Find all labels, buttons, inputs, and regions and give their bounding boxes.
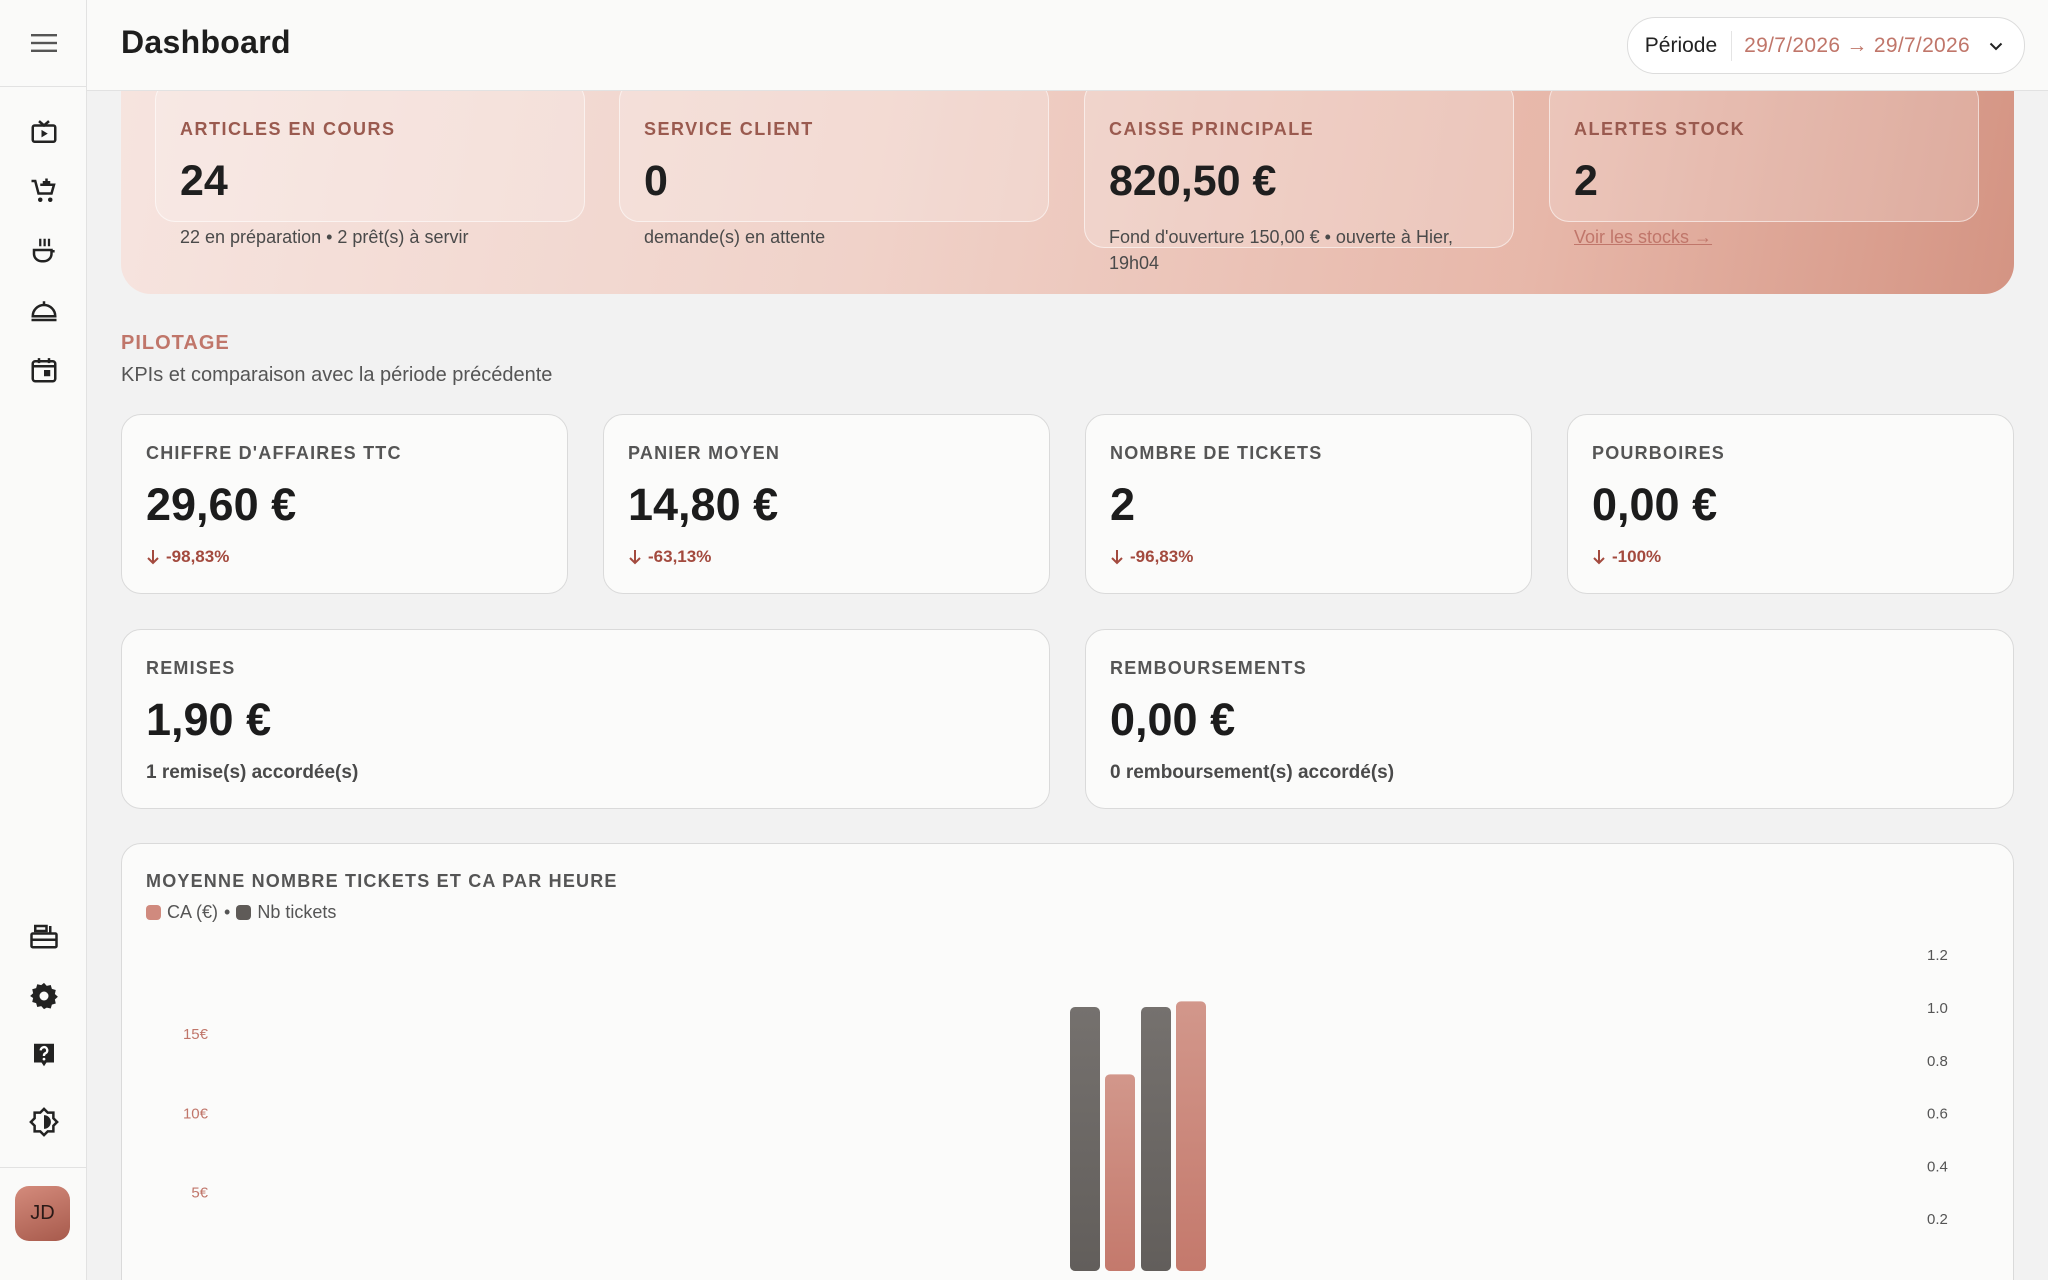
- kpi-delta-value: -100%: [1612, 547, 1662, 566]
- live-card-service[interactable]: SERVICE CLIENT 0 demande(s) en attente: [619, 80, 1049, 247]
- period-label: Période: [1644, 33, 1718, 57]
- page-title: Dashboard: [121, 24, 291, 60]
- bar-ca: [1105, 1074, 1135, 1271]
- cart-add-icon: [31, 178, 56, 202]
- y-right-tick-label: 0.6: [1927, 1106, 1948, 1123]
- chef-icon: [32, 238, 55, 263]
- live-card-stock[interactable]: ALERTES STOCK 2 Voir les stocks →: [1549, 80, 1979, 247]
- kpi-label: POURBOIRES: [1592, 443, 1726, 463]
- hamburger-icon: [30, 34, 57, 52]
- arrow-down-icon: [147, 550, 159, 565]
- kpi-label: CHIFFRE D'AFFAIRES TTC: [146, 443, 402, 463]
- kpi-delta-value: -96,83%: [1130, 547, 1194, 566]
- kpi-delta: -63,13%: [628, 547, 711, 567]
- y-right-tick-label: 1.0: [1927, 1000, 1948, 1017]
- kpi-label: REMBOURSEMENTS: [1110, 658, 1307, 678]
- period-range: 29/7/2026 → 29/7/2026: [1744, 33, 1970, 57]
- live-card-label: ARTICLES EN COURS: [180, 119, 396, 139]
- kpi-value: 14,80 €: [628, 479, 779, 530]
- sidebar-item-help[interactable]: [0, 1027, 87, 1083]
- kpi-card-tickets[interactable]: NOMBRE DE TICKETS 2 -96,83%: [1085, 414, 1532, 594]
- settings-icon: [29, 982, 58, 1010]
- kpi-card-discounts[interactable]: REMISES 1,90 € 1 remise(s) accordée(s): [121, 629, 1050, 809]
- kpi-label: REMISES: [146, 658, 236, 678]
- arrow-down-icon: [629, 550, 641, 565]
- sidebar-item-cash[interactable]: [0, 908, 87, 964]
- arrow-down-icon: [1593, 550, 1605, 565]
- see-stocks-link[interactable]: Voir les stocks →: [1574, 224, 1964, 250]
- sidebar: JD: [0, 0, 87, 1280]
- kpi-delta: -98,83%: [146, 547, 229, 567]
- cash-register-icon: [29, 924, 58, 949]
- live-card-label: SERVICE CLIENT: [644, 119, 814, 139]
- kpi-delta: -100%: [1592, 547, 1661, 567]
- section-title: PILOTAGE: [121, 332, 230, 354]
- sidebar-item-kitchen[interactable]: [0, 222, 87, 278]
- y-left-tick-label: 15€: [183, 1026, 209, 1043]
- bar-ca: [1176, 1001, 1206, 1271]
- top-bar: Dashboard Période 29/7/2026 → 29/7/2026: [87, 0, 2048, 91]
- room-service-icon: [30, 301, 57, 322]
- kpi-label: NOMBRE DE TICKETS: [1110, 443, 1323, 463]
- kpi-card-refunds[interactable]: REMBOURSEMENTS 0,00 € 0 remboursement(s)…: [1085, 629, 2014, 809]
- sidebar-item-calendar[interactable]: [0, 342, 87, 398]
- live-card-value: 24: [180, 157, 228, 205]
- kpi-value: 0,00 €: [1592, 479, 1718, 530]
- bar-tickets: [1141, 1007, 1171, 1271]
- bar-tickets: [1070, 1007, 1100, 1271]
- sidebar-item-theme[interactable]: [0, 1094, 87, 1150]
- chevron-down-icon: [1989, 42, 2003, 50]
- sidebar-divider: [0, 1167, 87, 1168]
- kpi-card-tips[interactable]: POURBOIRES 0,00 € -100%: [1567, 414, 2014, 594]
- y-right-tick-label: 0.2: [1927, 1211, 1948, 1228]
- section-subtitle: KPIs et comparaison avec la période préc…: [121, 364, 553, 386]
- kpi-card-revenue[interactable]: CHIFFRE D'AFFAIRES TTC 29,60 € -98,83%: [121, 414, 568, 594]
- live-card-value: 2: [1574, 157, 1598, 205]
- kpi-delta: -96,83%: [1110, 547, 1193, 567]
- kpi-value: 1,90 €: [146, 694, 272, 745]
- live-card-value: 0: [644, 157, 668, 205]
- sidebar-item-tv[interactable]: [0, 105, 87, 161]
- kpi-label: PANIER MOYEN: [628, 443, 781, 463]
- help-icon: [33, 1043, 54, 1067]
- live-card-value: 820,50 €: [1109, 157, 1277, 205]
- menu-toggle-button[interactable]: [0, 0, 87, 87]
- period-selector[interactable]: Période 29/7/2026 → 29/7/2026: [1626, 17, 2025, 74]
- sidebar-item-service[interactable]: [0, 282, 87, 338]
- y-right-tick-label: 0.8: [1927, 1053, 1948, 1070]
- kpi-delta-value: -98,83%: [166, 547, 230, 566]
- sidebar-item-cart[interactable]: [0, 163, 87, 219]
- live-card-articles[interactable]: ARTICLES EN COURS 24 22 en préparation •…: [155, 80, 585, 247]
- live-card-sub: 22 en préparation • 2 prêt(s) à servir: [180, 227, 469, 247]
- kpi-delta-value: -63,13%: [648, 547, 712, 566]
- calendar-icon: [31, 358, 56, 383]
- tv-play-icon: [31, 120, 56, 143]
- hourly-chart-card: MOYENNE NOMBRE TICKETS ET CA PAR HEURE C…: [121, 843, 2014, 1280]
- y-left-tick-label: 5€: [191, 1185, 208, 1202]
- kpi-card-basket[interactable]: PANIER MOYEN 14,80 € -63,13%: [603, 414, 1050, 594]
- live-card-label: CAISSE PRINCIPALE: [1109, 119, 1315, 139]
- kpi-value: 2: [1110, 479, 1136, 530]
- y-right-tick-label: 0.4: [1927, 1158, 1948, 1175]
- kpi-value: 29,60 €: [146, 479, 297, 530]
- live-card-caisse[interactable]: CAISSE PRINCIPALE 820,50 € Fond d'ouvert…: [1084, 80, 1514, 273]
- live-card-sub: demande(s) en attente: [644, 227, 826, 247]
- kpi-value: 0,00 €: [1110, 694, 1236, 745]
- y-right-tick-label: 1.2: [1927, 947, 1948, 964]
- period-divider: [1731, 30, 1733, 61]
- user-avatar[interactable]: JD: [15, 1186, 70, 1241]
- kpi-sub: 0 remboursement(s) accordé(s): [1110, 762, 1395, 783]
- theme-contrast-icon: [28, 1107, 59, 1137]
- live-card-sub: Fond d'ouverture 150,00 € • ouverte à Hi…: [1109, 227, 1453, 273]
- y-left-tick-label: 10€: [183, 1105, 209, 1122]
- sidebar-item-settings[interactable]: [0, 968, 87, 1024]
- chart-plot: 5€ 10€ 15€ 0.2 0.4 0.6 0.8 1.0 1.2: [183, 947, 1948, 1271]
- arrow-down-icon: [1111, 550, 1123, 565]
- kpi-sub: 1 remise(s) accordée(s): [146, 762, 359, 783]
- live-card-label: ALERTES STOCK: [1574, 119, 1746, 139]
